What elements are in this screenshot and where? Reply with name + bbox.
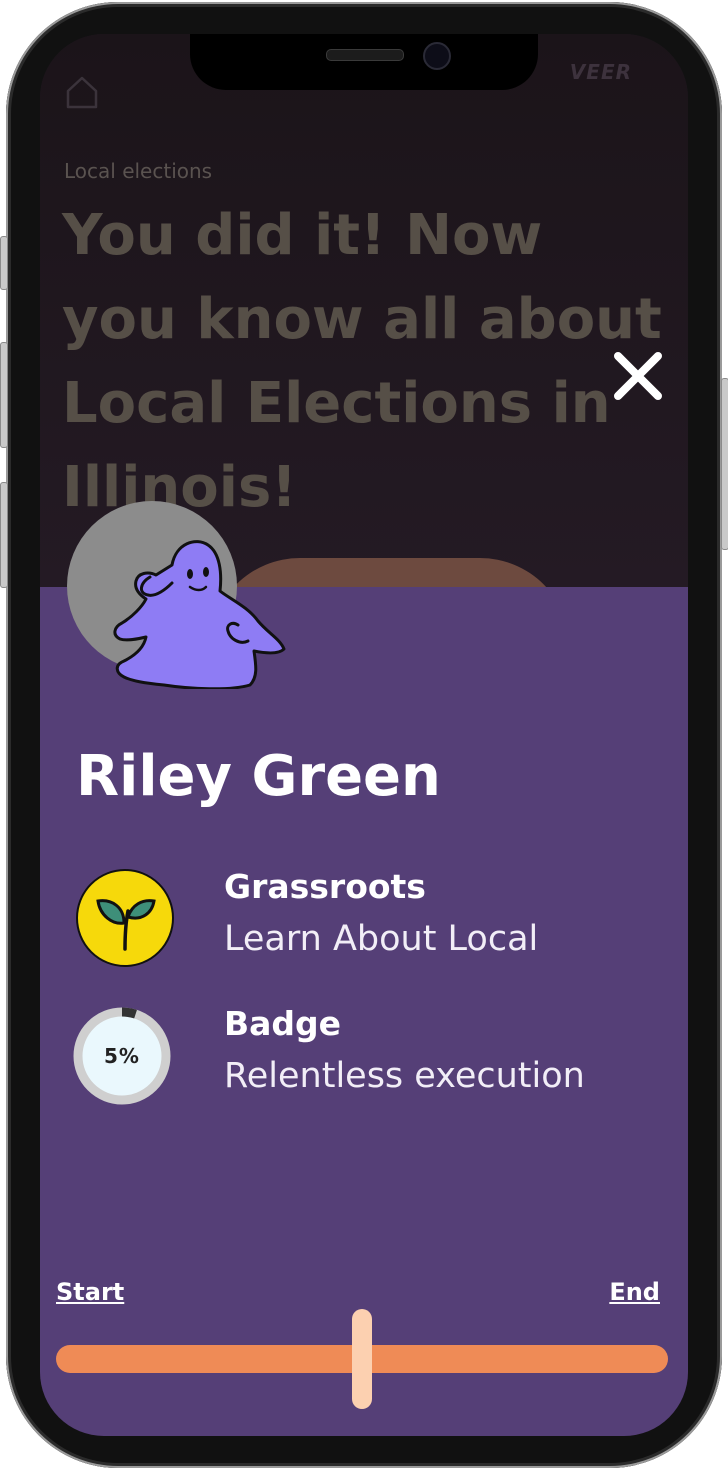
speaker-grille <box>326 49 404 61</box>
side-button-power <box>721 378 728 550</box>
side-button-volume-down <box>0 482 8 588</box>
progress-slider-thumb[interactable] <box>352 1309 372 1409</box>
slider-start-label[interactable]: Start <box>56 1278 124 1306</box>
page-title: You did it! Now you know all about Local… <box>62 203 662 520</box>
progress-label: 5% <box>104 1044 140 1068</box>
screen: VEER Local elections You did it! Now you… <box>40 34 688 1436</box>
achievement-grassroots: Grassroots Learn About Local <box>74 867 634 977</box>
brand-logo: VEER <box>569 60 632 84</box>
close-icon[interactable] <box>606 344 670 408</box>
ghost-mascot-icon <box>113 540 286 689</box>
achievement-badge: 5% Badge Relentless execution <box>73 1004 634 1114</box>
sprout-icon <box>76 869 174 967</box>
side-button-volume-up <box>0 342 8 448</box>
front-camera <box>423 42 451 70</box>
side-button-mute <box>0 236 8 290</box>
achievement-title: Badge <box>224 1004 342 1043</box>
notch <box>190 34 538 90</box>
user-name: Riley Green <box>76 744 441 809</box>
slider-end-label[interactable]: End <box>609 1278 660 1306</box>
achievement-subtitle: Learn About Local <box>224 919 539 959</box>
achievement-subtitle: Relentless execution <box>224 1056 585 1096</box>
breadcrumb: Local elections <box>64 159 213 183</box>
home-icon <box>66 76 98 109</box>
achievement-title: Grassroots <box>224 867 426 906</box>
